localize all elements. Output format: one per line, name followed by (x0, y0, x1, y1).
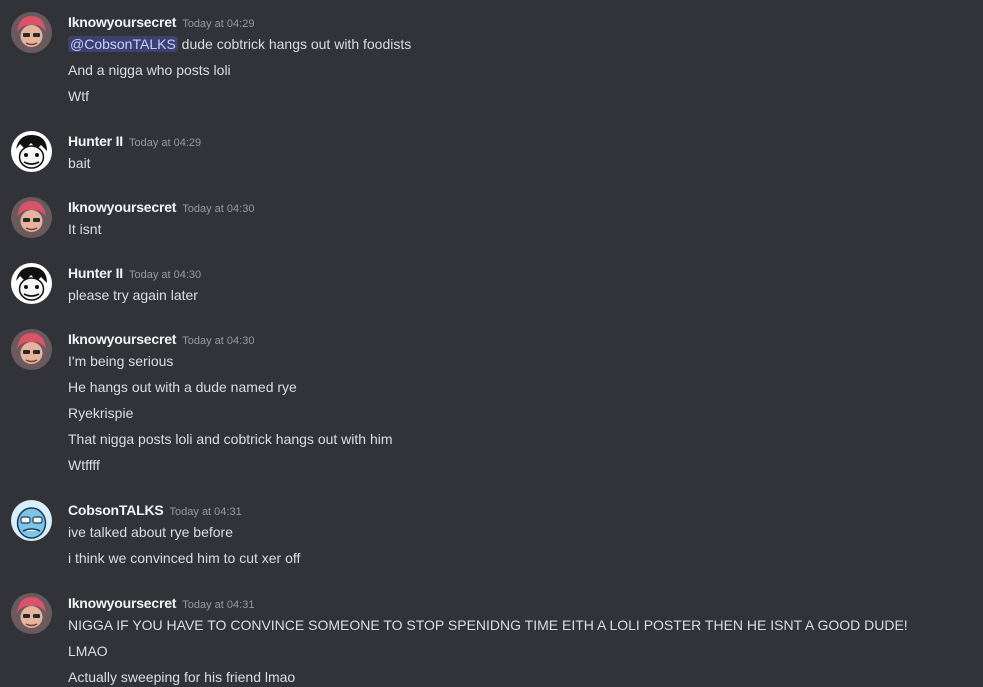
message-text: It isnt (68, 221, 102, 237)
message-author[interactable]: Iknowyoursecret (68, 595, 176, 611)
message-timestamp: Today at 04:31 (169, 506, 242, 518)
message-text: Ryekrispie (68, 405, 134, 421)
message-timestamp: Today at 04:30 (182, 203, 255, 215)
message-text-rest: dude cobtrick hangs out with foodists (177, 36, 412, 52)
message-text: i think we convinced him to cut xer off (68, 550, 301, 566)
message-author[interactable]: Iknowyoursecret (68, 14, 176, 30)
message-text: And a nigga who posts loli (68, 62, 231, 78)
pink-hair-avatar-icon[interactable] (11, 329, 52, 370)
message-text: please try again later (68, 287, 198, 303)
pink-hair-avatar-icon[interactable] (11, 197, 52, 238)
pink-hair-avatar-icon[interactable] (11, 12, 52, 53)
cartoon-face-avatar-icon[interactable] (11, 131, 52, 172)
message-text: Actually sweeping for his friend lmao (68, 669, 296, 685)
message-author[interactable]: Iknowyoursecret (68, 199, 176, 215)
message-text: Wtf (68, 88, 89, 104)
user-mention[interactable]: @CobsonTALKS (68, 36, 178, 52)
message-text: NIGGA IF YOU HAVE TO CONVINCE SOMEONE TO… (68, 617, 908, 633)
message-timestamp: Today at 04:31 (182, 599, 255, 611)
message-text: He hangs out with a dude named rye (68, 379, 297, 395)
message-text: ive talked about rye before (68, 524, 233, 540)
message-timestamp: Today at 04:30 (128, 269, 202, 281)
message-timestamp: Today at 04:29 (182, 18, 255, 30)
chat-message-list: Iknowyoursecret Today at 04:29 @CobsonTAL… (0, 0, 983, 687)
message-text: I'm being serious (68, 353, 174, 369)
message-author[interactable]: CobsonTALKS (68, 502, 164, 518)
message-author[interactable]: Iknowyoursecret (68, 331, 176, 347)
pink-hair-avatar-icon[interactable] (11, 593, 52, 634)
message-timestamp: Today at 04:29 (128, 137, 202, 149)
blue-cobson-avatar-icon[interactable] (11, 500, 52, 541)
message-text: LMAO (68, 643, 108, 659)
message-author[interactable]: Hunter II (68, 133, 123, 149)
message-text: Wtffff (68, 457, 100, 473)
message-timestamp: Today at 04:30 (182, 335, 255, 347)
message-text: That nigga posts loli and cobtrick hangs… (68, 431, 393, 447)
message-author[interactable]: Hunter II (68, 265, 123, 281)
message-text: @CobsonTALKS dude cobtrick hangs out wit… (68, 34, 411, 54)
message-text: bait (68, 155, 91, 171)
cartoon-face-avatar-icon[interactable] (11, 263, 52, 304)
